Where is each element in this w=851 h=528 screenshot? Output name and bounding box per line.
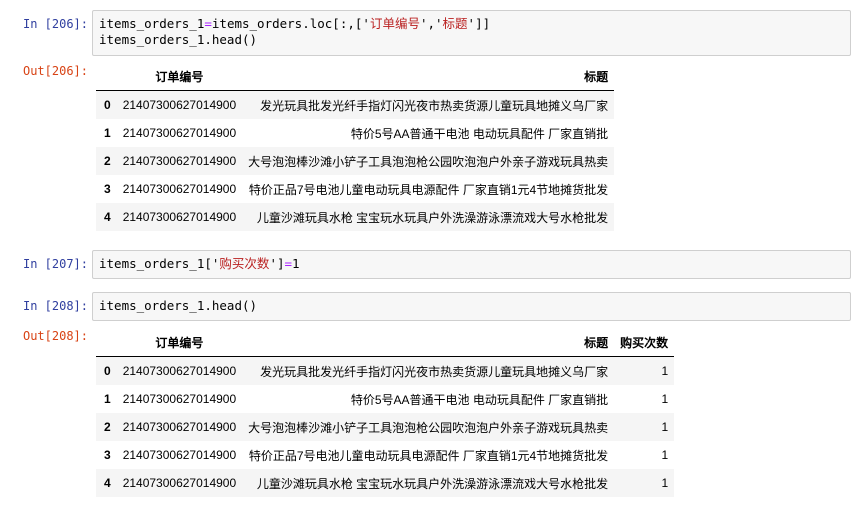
order-id-cell: 21407300627014900 (122, 182, 237, 196)
order-id-cell: 21407300627014900 (122, 364, 237, 378)
table-row: 2 21407300627014900 大号泡泡棒沙滩小铲子工具泡泡枪公园吹泡泡户外… (96, 147, 615, 175)
code-cell-208[interactable]: items_orders_1.head() (92, 292, 851, 321)
row-index: 0 (104, 364, 111, 378)
row-index: 4 (104, 210, 111, 224)
order-id-cell: 21407300627014900 (122, 392, 237, 406)
code-expr: items_orders_1[' (99, 256, 220, 271)
in-prompt-208: In [208]: (22, 299, 88, 313)
table-row: 0 21407300627014900 发光玩具批发光纤手指灯闪光夜市热卖货源儿童玩… (96, 90, 615, 119)
code-sep: ',' (419, 16, 443, 31)
purchase-count-cell: 1 (661, 392, 669, 406)
code-cell-206[interactable]: items_orders_1=items_orders.loc[:,['订单编号… (92, 10, 851, 56)
title-cell: 发光玩具批发光纤手指灯闪光夜市热卖货源儿童玩具地摊义乌厂家 (260, 364, 609, 379)
code-end: '] (269, 256, 285, 271)
table-row: 3 21407300627014900 特价正品7号电池儿童电动玩具电源配件 厂家直… (96, 175, 614, 203)
column-header-order-id: 订单编号 (116, 328, 243, 357)
row-index: 2 (104, 420, 111, 434)
row-index: 1 (104, 392, 111, 406)
order-id-cell: 21407300627014900 (122, 210, 237, 224)
code-line-2: items_orders_1.head() (99, 32, 258, 47)
row-index: 1 (104, 126, 111, 140)
column-header-purchase-count: 购买次数 (614, 328, 675, 357)
row-index: 2 (104, 154, 111, 168)
column-header-title: 标题 (242, 328, 615, 357)
index-header (96, 62, 117, 91)
row-index: 3 (104, 448, 111, 462)
table-row: 4 21407300627014900 儿童沙滩玩具水枪 宝宝玩水玩具户外洗澡游泳漂… (96, 203, 615, 231)
order-id-cell: 21407300627014900 (122, 476, 237, 490)
code-operator: = (204, 16, 212, 31)
index-header (96, 328, 117, 357)
purchase-count-cell: 1 (661, 364, 669, 378)
title-cell: 特价5号AA普通干电池 电动玩具配件 厂家直销批 (350, 392, 609, 407)
code-string: 标题 (442, 16, 468, 31)
in-prompt-206: In [206]: (22, 17, 88, 31)
table-row: 4 21407300627014900 儿童沙滩玩具水枪 宝宝玩水玩具户外洗澡游泳漂… (96, 469, 675, 497)
title-cell: 特价5号AA普通干电池 电动玩具配件 厂家直销批 (350, 126, 609, 141)
purchase-count-cell: 1 (661, 448, 669, 462)
column-header-order-id: 订单编号 (116, 62, 243, 91)
title-cell: 大号泡泡棒沙滩小铲子工具泡泡枪公园吹泡泡户外亲子游戏玩具热卖 (248, 420, 609, 435)
purchase-count-cell: 1 (661, 420, 669, 434)
row-index: 4 (104, 476, 111, 490)
code-var: items_orders_1 (99, 16, 205, 31)
title-cell: 儿童沙滩玩具水枪 宝宝玩水玩具户外洗澡游泳漂流戏大号水枪批发 (256, 210, 609, 225)
table-row: 0 21407300627014900 发光玩具批发光纤手指灯闪光夜市热卖货源儿童玩… (96, 356, 675, 385)
column-header-title: 标题 (242, 62, 615, 91)
code-string: 订单编号 (369, 16, 420, 31)
title-cell: 儿童沙滩玩具水枪 宝宝玩水玩具户外洗澡游泳漂流戏大号水枪批发 (256, 476, 609, 491)
row-index: 3 (104, 182, 111, 196)
title-cell: 发光玩具批发光纤手指灯闪光夜市热卖货源儿童玩具地摊义乌厂家 (260, 98, 609, 113)
code-line-1: items_orders_1.head() (99, 298, 258, 313)
title-cell: 特价正品7号电池儿童电动玩具电源配件 厂家直销1元4节地摊货批发 (248, 448, 609, 463)
code-string: 购买次数 (219, 256, 270, 271)
out-prompt-208: Out[208]: (22, 329, 88, 343)
row-index: 0 (104, 98, 111, 112)
code-operator: = (284, 256, 293, 271)
code-value: 1 (292, 256, 300, 271)
order-id-cell: 21407300627014900 (122, 154, 237, 168)
order-id-cell: 21407300627014900 (122, 126, 237, 140)
code-cell-207[interactable]: items_orders_1['购买次数']=1 (92, 250, 851, 279)
order-id-cell: 21407300627014900 (122, 98, 237, 112)
code-end: ']] (467, 16, 491, 31)
table-row: 2 21407300627014900 大号泡泡棒沙滩小铲子工具泡泡枪公园吹泡泡户外… (96, 413, 675, 441)
table-row: 1 21407300627014900 特价5号AA普通干电池 电动玩具配件 厂家直… (96, 119, 614, 147)
dataframe-output-208: 订单编号 标题 购买次数 0 21407300627014900 发光玩具批发光纤手… (96, 328, 675, 497)
order-id-cell: 21407300627014900 (122, 448, 237, 462)
table-row: 3 21407300627014900 特价正品7号电池儿童电动玩具电源配件 厂家直… (96, 441, 674, 469)
in-prompt-207: In [207]: (22, 257, 88, 271)
dataframe-output-206: 订单编号 标题 0 21407300627014900 发光玩具批发光纤手指灯闪光夜… (96, 62, 615, 231)
table-row: 1 21407300627014900 特价5号AA普通干电池 电动玩具配件 厂家直… (96, 385, 674, 413)
out-prompt-206: Out[206]: (22, 64, 88, 78)
title-cell: 特价正品7号电池儿童电动玩具电源配件 厂家直销1元4节地摊货批发 (248, 182, 609, 197)
order-id-cell: 21407300627014900 (122, 420, 237, 434)
title-cell: 大号泡泡棒沙滩小铲子工具泡泡枪公园吹泡泡户外亲子游戏玩具热卖 (248, 154, 609, 169)
code-expr: items_orders.loc[:,[' (211, 16, 370, 31)
purchase-count-cell: 1 (661, 476, 669, 490)
